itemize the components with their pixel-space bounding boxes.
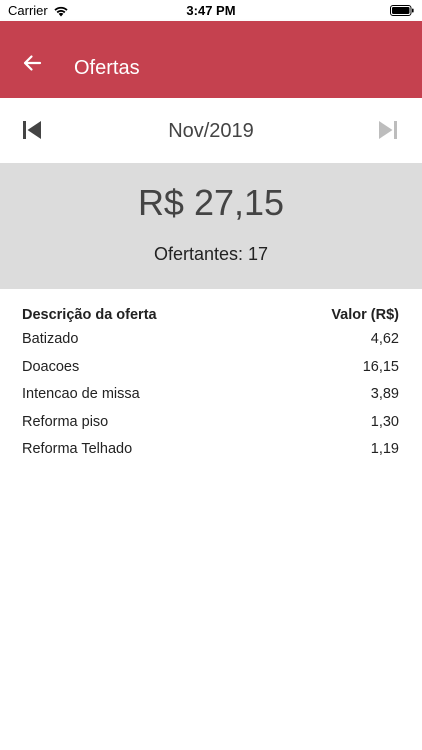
page-title: Ofertas (74, 57, 140, 79)
offer-description: Batizado (22, 331, 79, 347)
offer-description: Doacoes (22, 358, 80, 375)
offers-table: Descrição da oferta Valor (R$) Batizado … (22, 305, 399, 467)
last-month-button[interactable] (376, 118, 400, 142)
offer-value: 1,19 (370, 441, 399, 457)
offer-value: 3,89 (370, 386, 399, 402)
offer-description: Intencao de missa (22, 386, 140, 402)
table-row: Reforma piso 1,30 (22, 412, 399, 440)
description-column-header: Descrição da oferta (22, 307, 157, 323)
table-row: Intencao de missa 3,89 (22, 384, 399, 412)
ofertantes-count: Ofertantes: 17 (153, 244, 269, 264)
table-row: Reforma Telhado 1,19 (22, 439, 399, 467)
month-navigation: Nov/2019 (0, 98, 422, 163)
table-row: Batizado 4,62 (22, 329, 399, 357)
battery-icon (390, 5, 414, 16)
total-value: R$ 27,15 (137, 182, 285, 223)
summary-panel: R$ 27,15 Ofertantes: 17 (0, 163, 422, 289)
app-bar: Ofertas (0, 21, 422, 98)
offer-description: Reforma Telhado (22, 441, 133, 457)
offer-value: 16,15 (362, 358, 399, 375)
table-header: Descrição da oferta Valor (R$) (22, 305, 399, 329)
status-bar: Carrier 3:47 PM (0, 0, 422, 21)
back-button[interactable] (16, 47, 48, 79)
offer-value: 4,62 (370, 331, 399, 347)
skip-last-icon (379, 121, 397, 139)
table-row: Doacoes 16,15 (22, 357, 399, 385)
status-time: 3:47 PM (186, 3, 236, 18)
arrow-left-icon (23, 55, 42, 71)
value-column-header: Valor (R$) (331, 307, 399, 323)
offer-value: 1,30 (370, 413, 399, 430)
offer-description: Reforma piso (22, 413, 109, 430)
current-month: Nov/2019 (168, 120, 254, 142)
